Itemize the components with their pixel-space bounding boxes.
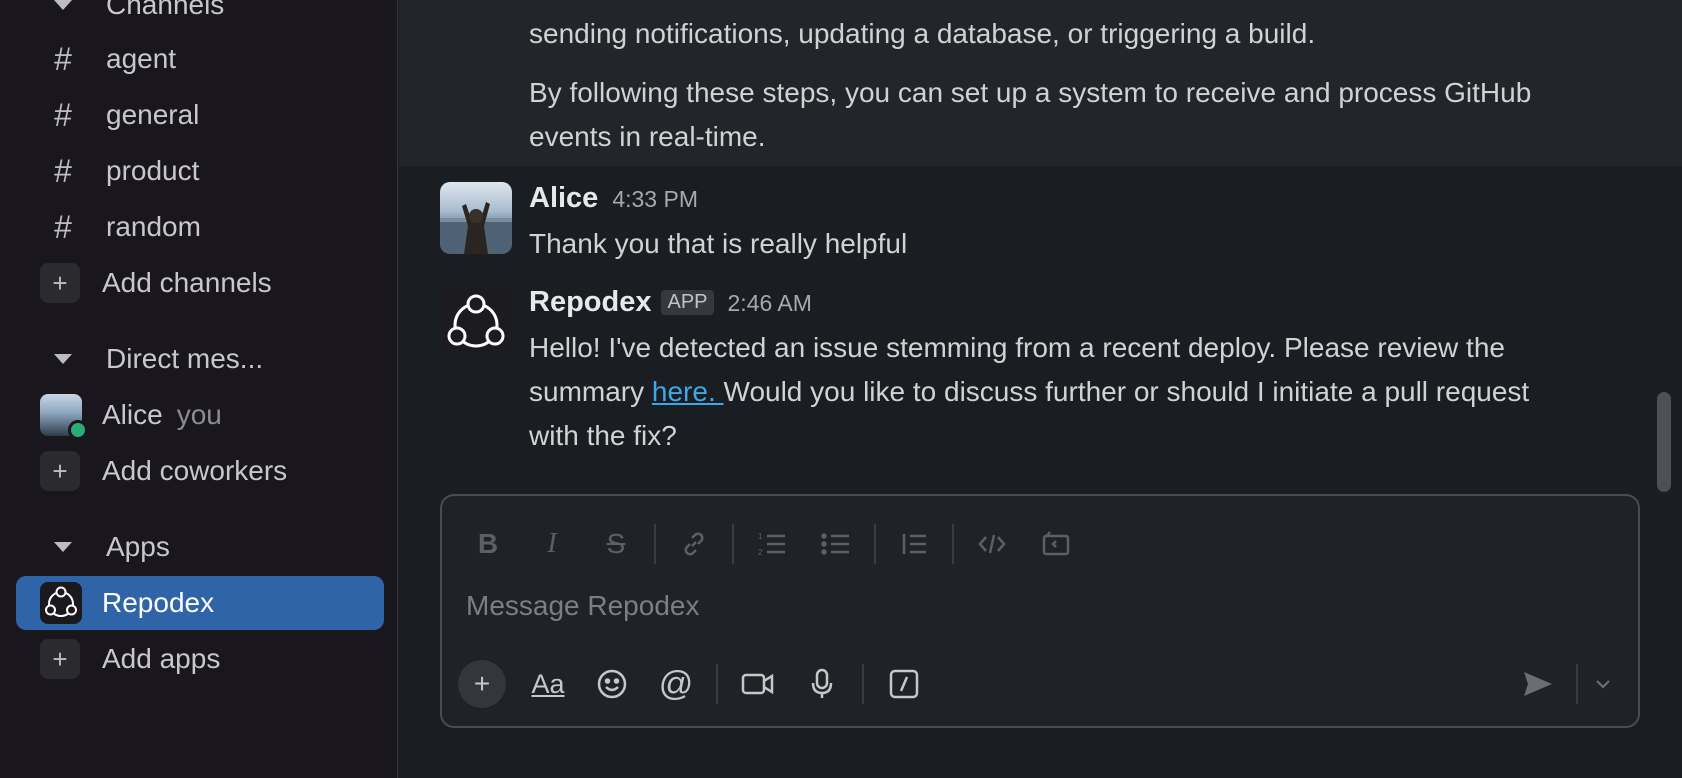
chevron-down-icon [40,542,86,552]
bulleted-list-icon[interactable] [810,518,862,570]
message-text-line: summary here. Would you like to discuss … [529,370,1649,414]
message-text: summary [529,376,652,407]
channel-label: general [106,99,200,130]
sidebar-item-dm-alice[interactable]: Alice you [16,388,384,442]
plus-icon: + [40,263,80,303]
send-icon[interactable] [1512,658,1564,710]
previous-message: sending notifications, updating a databa… [399,0,1682,166]
blockquote-icon[interactable] [888,518,940,570]
direct-messages-section-header[interactable]: Direct mes... [16,332,384,386]
mention-icon[interactable]: @ [650,658,702,710]
sidebar-item-general[interactable]: # general [16,88,384,142]
chevron-down-icon[interactable] [1588,658,1618,710]
hash-icon: # [54,152,72,189]
code-block-icon[interactable] [1030,518,1082,570]
formatting-toolbar: B I S 12 [462,516,1094,572]
message-input[interactable]: Message Repodex [466,590,699,622]
add-apps-button[interactable]: + Add apps [16,632,384,686]
svg-text:2: 2 [758,548,763,557]
text-format-icon[interactable]: Aa [522,658,574,710]
ordered-list-icon[interactable]: 12 [746,518,798,570]
message-timestamp[interactable]: 2:46 AM [728,290,812,317]
app-label: Repodex [102,587,215,618]
avatar [40,394,88,440]
message-composer: B I S 12 Message Repodex + Aa @ [440,494,1640,728]
strikethrough-icon[interactable]: S [590,518,642,570]
message-text: with the fix? [529,420,677,451]
toolbar-divider [874,524,876,564]
emoji-icon[interactable] [586,658,638,710]
repodex-logo-icon[interactable] [440,286,512,358]
dm-header-label: Direct mes... [106,343,264,374]
sidebar-item-agent[interactable]: # agent [16,32,384,86]
message-text: events in real-time. [529,121,766,152]
toolbar-divider [1576,664,1578,704]
microphone-icon[interactable] [796,658,848,710]
repodex-logo-icon [40,582,82,624]
toolbar-divider [952,524,954,564]
plus-icon: + [40,451,80,491]
message-pane: sending notifications, updating a databa… [399,0,1682,778]
code-icon[interactable] [966,518,1018,570]
app-badge: APP [661,290,714,315]
channel-label: random [106,211,201,242]
add-channels-button[interactable]: + Add channels [16,256,384,310]
avatar[interactable] [440,182,512,254]
sidebar-item-product[interactable]: # product [16,144,384,198]
video-icon[interactable] [732,658,784,710]
message-text: sending notifications, updating a databa… [529,18,1316,49]
italic-icon[interactable]: I [526,518,578,570]
channels-section-header[interactable]: Channels [16,0,384,32]
send-controls [1512,656,1618,712]
sidebar: Channels # agent # general # product # r… [0,0,398,778]
toolbar-divider [716,664,718,704]
add-coworkers-label: Add coworkers [102,455,288,486]
presence-indicator [68,420,88,440]
add-channels-label: Add channels [102,267,272,298]
add-apps-label: Add apps [102,643,221,674]
sidebar-item-repodex[interactable]: Repodex [16,576,384,630]
bold-icon[interactable]: B [462,518,514,570]
channel-label: agent [106,43,177,74]
plus-icon: + [40,639,80,679]
message-text: Would you like to discuss further or sho… [723,376,1530,407]
add-coworkers-button[interactable]: + Add coworkers [16,444,384,498]
svg-text:1: 1 [758,532,763,541]
toolbar-divider [732,524,734,564]
sidebar-item-random[interactable]: # random [16,200,384,254]
message-timestamp[interactable]: 4:33 PM [612,186,698,213]
message-author[interactable]: Alice [529,182,598,215]
hash-icon: # [54,208,72,245]
slash-command-icon[interactable] [878,658,930,710]
message-text: By following these steps, you can set up… [529,77,1532,108]
you-tag: you [176,399,222,430]
dm-name: Alice [102,399,163,430]
apps-section-header[interactable]: Apps [16,520,384,574]
message-text: Hello! I've detected an issue stemming f… [529,332,1505,363]
link-icon[interactable] [668,518,720,570]
hash-icon: # [54,96,72,133]
channel-label: product [106,155,200,186]
chevron-down-icon [40,0,86,10]
message-text: Thank you that is really helpful [529,228,908,259]
composer-actions: + Aa @ [458,656,942,712]
channels-header-label: Channels [106,0,225,20]
plus-icon[interactable]: + [458,660,506,708]
apps-header-label: Apps [106,531,170,562]
hash-icon: # [54,40,72,77]
scrollbar-thumb[interactable] [1657,392,1671,492]
message-author[interactable]: Repodex [529,286,651,319]
summary-link[interactable]: here. [652,376,724,407]
toolbar-divider [862,664,864,704]
chevron-down-icon [40,354,86,364]
toolbar-divider [654,524,656,564]
